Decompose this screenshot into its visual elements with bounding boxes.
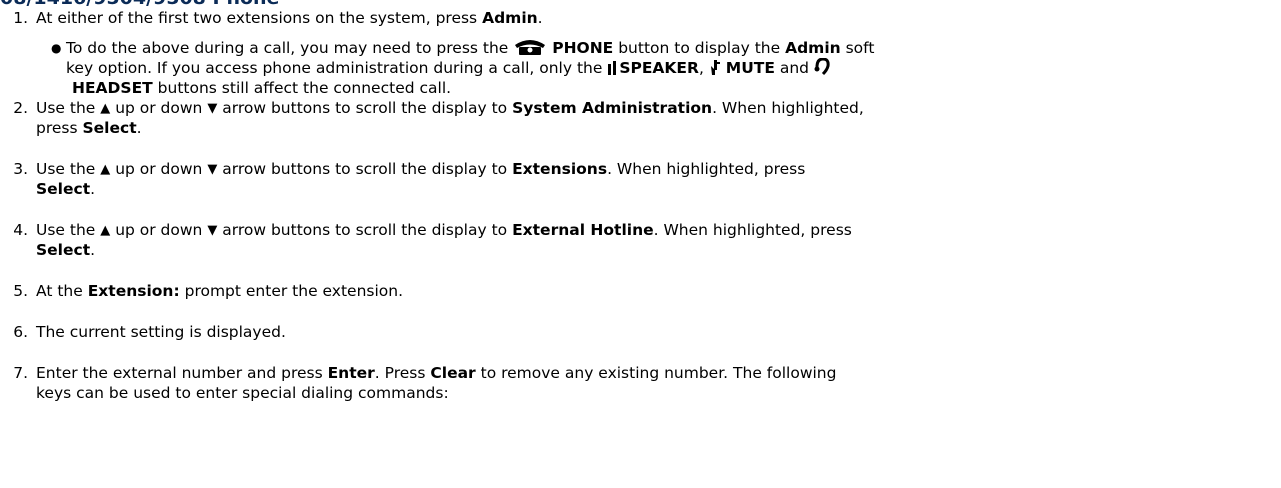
phone-button-label: PHONE [552,39,614,57]
step-number: 3. [13,160,28,178]
up-arrow-icon: ▲ [100,101,111,116]
step-number: 4. [13,221,28,239]
headset-button-label: HEADSET [72,79,153,97]
menu-item-extensions: Extensions [512,160,608,178]
bullet: ● [51,41,62,55]
up-arrow-icon: ▲ [100,162,111,177]
speaker-button-label: SPEAKER [619,59,699,77]
step-number: 1. [13,9,28,27]
menu-item-external-hotline: External Hotline [512,221,654,239]
menu-item-system-administration: System Administration [512,99,713,117]
step-number: 5. [13,282,28,300]
mute-icon [709,59,721,81]
step-number: 7. [13,364,28,382]
down-arrow-icon: ▼ [207,101,218,116]
select-key: Select [36,180,91,198]
up-arrow-icon: ▲ [100,223,111,238]
step-number: 6. [13,323,28,341]
down-arrow-icon: ▼ [207,223,218,238]
admin-key: Admin [785,39,841,57]
mute-button-label: MUTE [725,59,775,77]
select-key: Select [82,119,137,137]
speaker-icon [607,60,619,81]
extension-prompt: Extension: [87,282,180,300]
down-arrow-icon: ▼ [207,162,218,177]
step-number: 2. [13,99,28,117]
enter-key: Enter [327,364,375,382]
headset-icon [814,57,830,81]
admin-key: Admin [482,9,538,27]
select-key: Select [36,241,91,259]
clear-key: Clear [430,364,476,382]
